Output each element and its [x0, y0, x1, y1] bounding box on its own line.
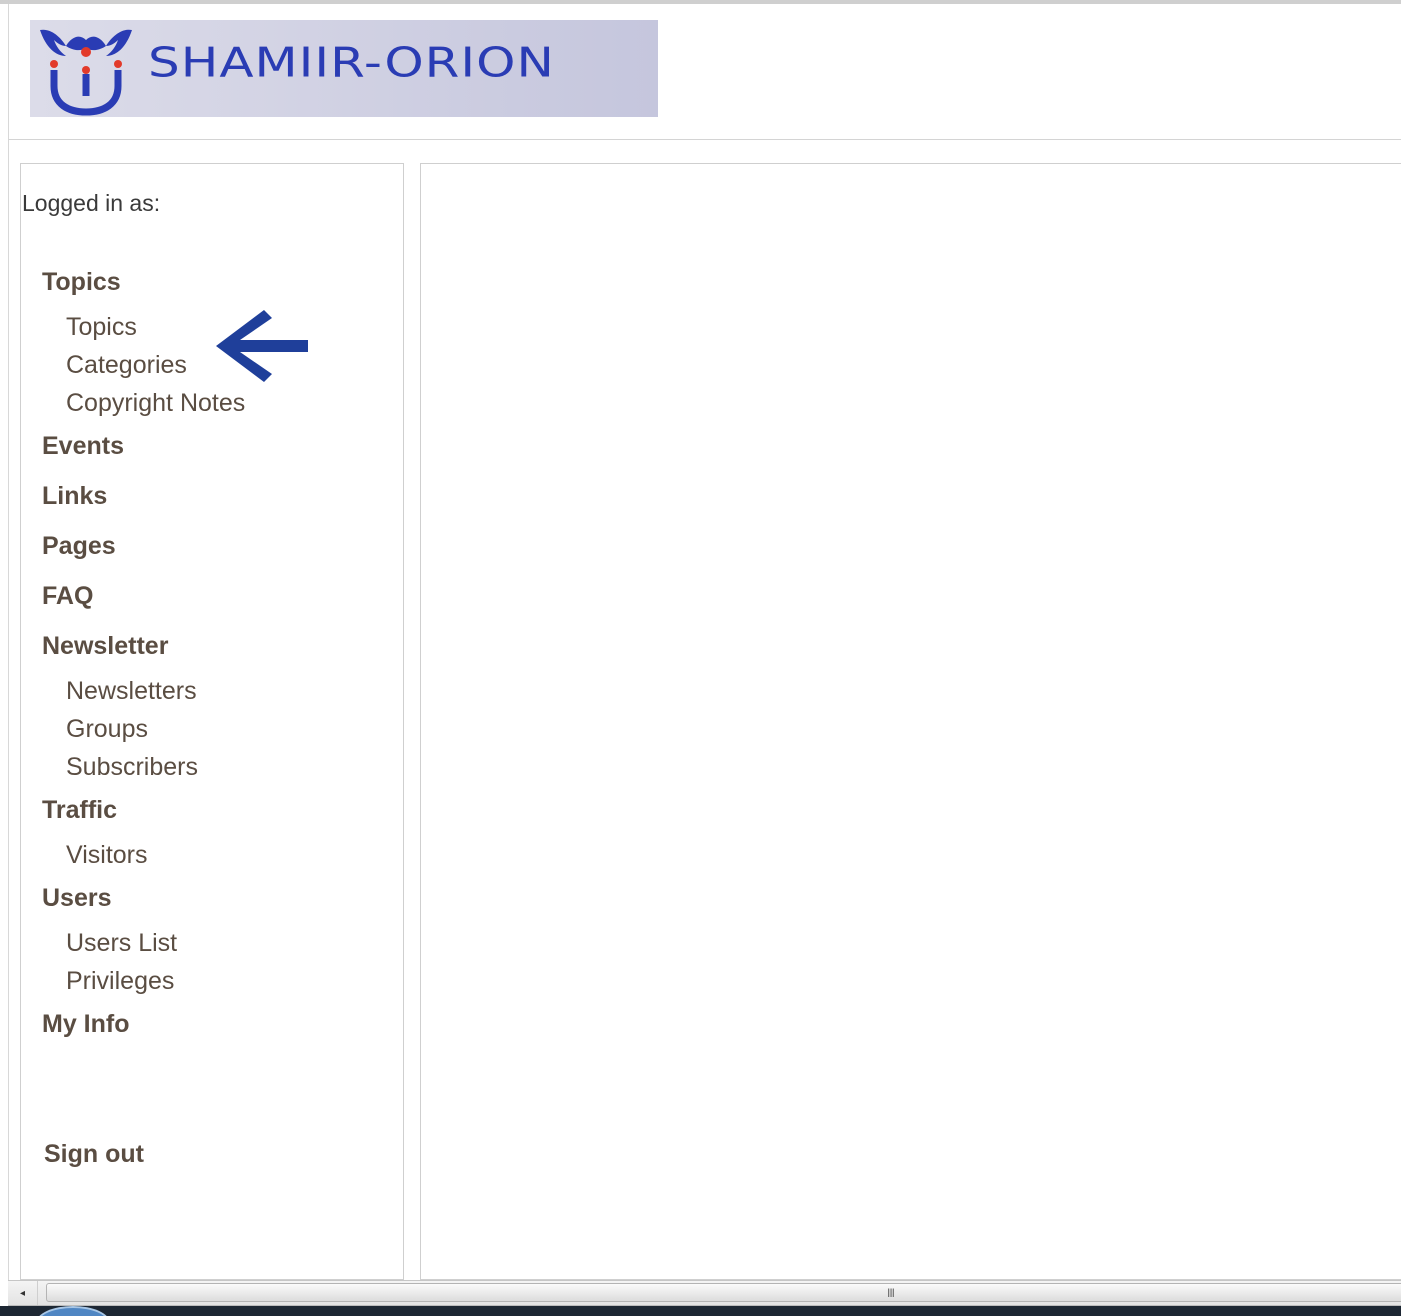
logo-emblem-icon [40, 29, 132, 116]
nav-item-categories[interactable]: Categories [66, 351, 187, 380]
start-orb-icon[interactable] [36, 1306, 110, 1316]
nav-item-users-list[interactable]: Users List [66, 929, 177, 958]
main-content-panel [420, 163, 1401, 1280]
page: SHAMIIR-ORION Logged in as: Topics Topic… [0, 0, 1401, 1316]
nav-item-copyright-notes[interactable]: Copyright Notes [66, 389, 245, 418]
nav-item-visitors[interactable]: Visitors [66, 841, 148, 870]
nav-item-subscribers[interactable]: Subscribers [66, 753, 198, 782]
nav-item-newsletters[interactable]: Newsletters [66, 677, 197, 706]
taskbar-strip [0, 1306, 1401, 1316]
nav-section-events[interactable]: Events [42, 432, 124, 461]
arrow-left-icon [216, 310, 308, 382]
logged-in-label: Logged in as: [22, 190, 161, 216]
nav-section-pages[interactable]: Pages [42, 532, 116, 561]
nav-section-topics[interactable]: Topics [42, 268, 121, 297]
nav-section-my-info[interactable]: My Info [42, 1010, 130, 1039]
scroll-left-icon[interactable]: ◂ [8, 1281, 38, 1305]
nav-section-newsletter[interactable]: Newsletter [42, 632, 168, 661]
nav-section-users[interactable]: Users [42, 884, 112, 913]
scrollbar-grip-icon: III [887, 1286, 895, 1300]
scrollbar-thumb[interactable]: III [46, 1283, 1401, 1302]
nav-item-groups[interactable]: Groups [66, 715, 148, 744]
nav-item-topics[interactable]: Topics [66, 313, 137, 342]
nav-section-links[interactable]: Links [42, 482, 107, 511]
sign-out-link[interactable]: Sign out [44, 1140, 144, 1169]
nav-item-privileges[interactable]: Privileges [66, 967, 174, 996]
logo-wordmark: SHAMIIR-ORION [148, 38, 555, 87]
frame-left-edge [8, 140, 9, 1280]
nav-section-traffic[interactable]: Traffic [42, 796, 117, 825]
horizontal-scrollbar[interactable]: ◂ III [8, 1280, 1401, 1306]
nav-section-faq[interactable]: FAQ [42, 582, 93, 611]
